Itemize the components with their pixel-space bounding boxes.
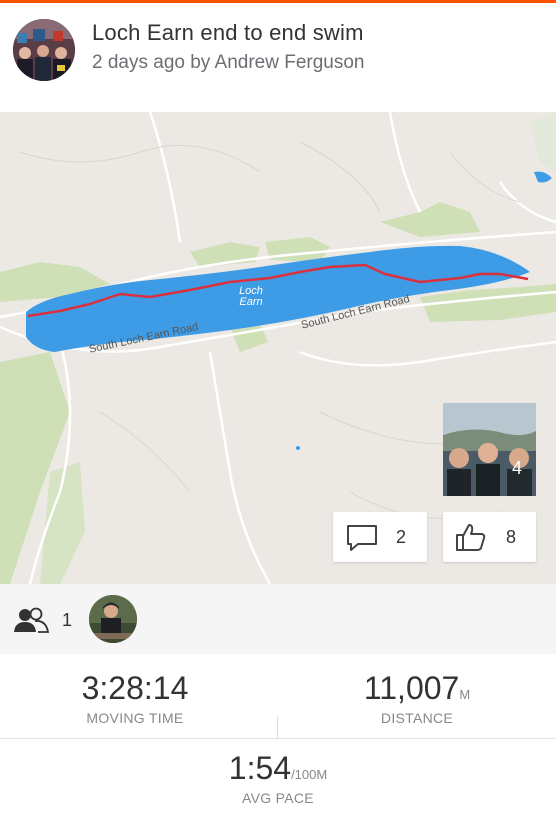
- loch-name-label: Loch Earn: [239, 285, 263, 308]
- athlete-avatar[interactable]: [89, 595, 137, 643]
- thumbs-up-icon: [456, 524, 486, 551]
- comments-button[interactable]: 2: [333, 512, 427, 562]
- stat-divider: [277, 716, 278, 738]
- moving-time-stat: 3:28:14 MOVING TIME: [40, 670, 230, 726]
- avg-pace-label: AVG PACE: [242, 790, 314, 806]
- activity-subtitle[interactable]: 2 days ago by Andrew Ferguson: [92, 52, 365, 74]
- comment-icon: [347, 525, 377, 551]
- kudos-button[interactable]: 8: [443, 512, 536, 562]
- distance-label: DISTANCE: [380, 710, 454, 726]
- distance-stat: 11,007M DISTANCE: [322, 670, 512, 726]
- map-green-area: [530, 112, 556, 172]
- comments-count: 2: [396, 527, 407, 547]
- activity-header: Loch Earn end to end swim 2 days ago by …: [0, 3, 556, 112]
- distance-value: 11,007: [363, 670, 460, 706]
- group-avatar[interactable]: [13, 19, 75, 81]
- selfie-photo: [443, 403, 536, 496]
- map-green-area: [380, 202, 480, 237]
- distance-unit: M: [459, 687, 471, 702]
- small-lochan: [534, 171, 552, 183]
- moving-time-value: 3:28:14: [81, 670, 189, 706]
- avg-pace-value: 1:54: [228, 750, 292, 786]
- activity-stats: 3:28:14 MOVING TIME 11,007M DISTANCE 1:5…: [0, 654, 556, 814]
- group-icon: [14, 607, 49, 633]
- small-pond: [296, 446, 300, 450]
- photo-count: 4: [511, 458, 522, 478]
- avg-pace-stat: 1:54/100M AVG PACE: [178, 750, 378, 806]
- kudos-count: 8: [506, 527, 517, 547]
- activity-photos-thumbnail[interactable]: 4: [443, 403, 536, 496]
- activity-title: Loch Earn end to end swim: [92, 20, 364, 45]
- stats-row-divider: [0, 738, 556, 739]
- athletes-bar[interactable]: 1: [0, 584, 556, 654]
- athletes-count: 1: [62, 610, 73, 630]
- map-green-area: [265, 237, 330, 262]
- moving-time-label: MOVING TIME: [86, 710, 184, 726]
- avg-pace-unit: /100M: [291, 767, 328, 782]
